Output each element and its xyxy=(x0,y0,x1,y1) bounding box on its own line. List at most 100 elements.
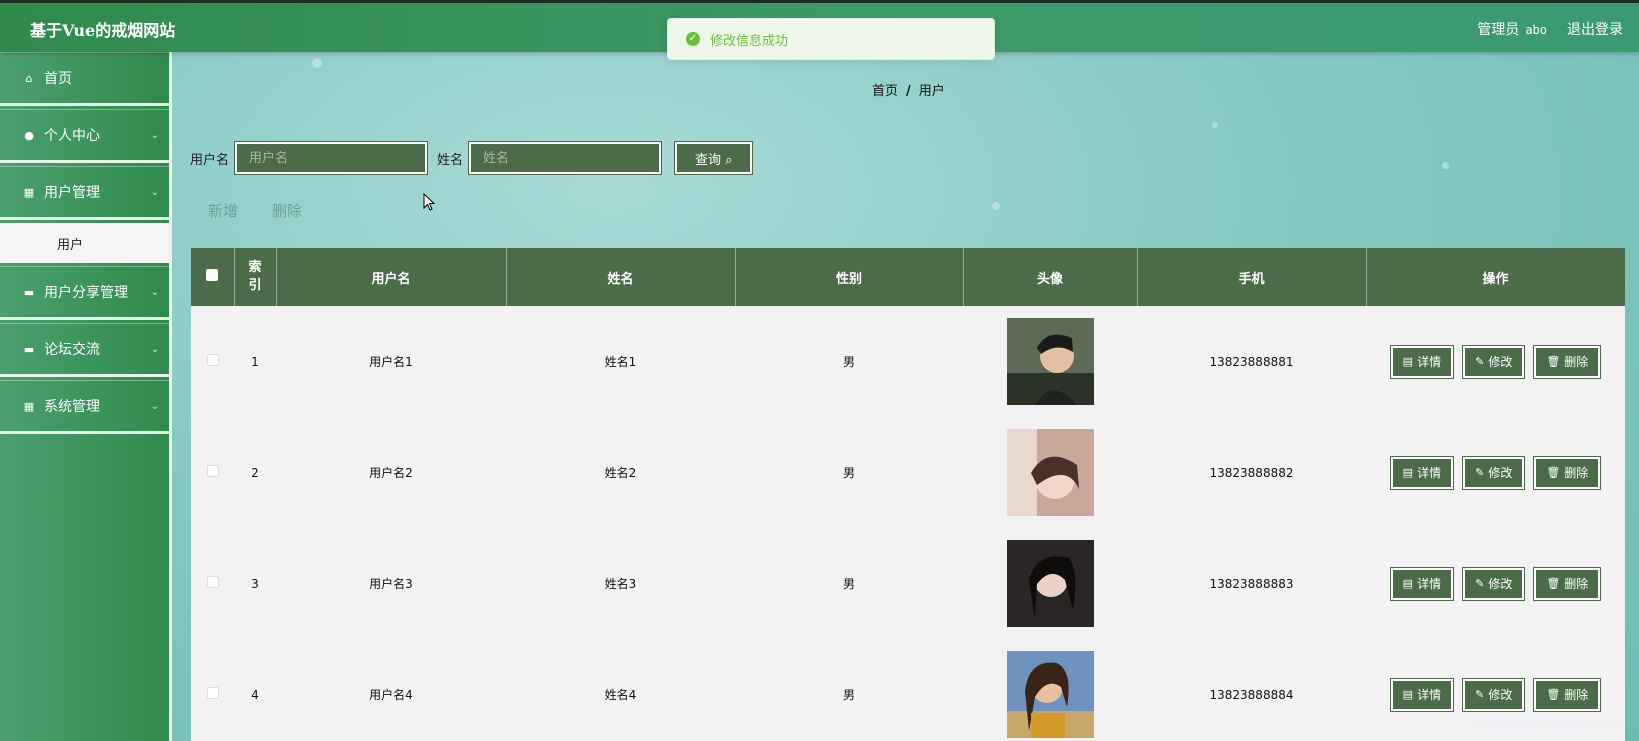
sidebar-item-user-share-management[interactable]: ▬ 用户分享管理 ⌄ xyxy=(0,266,169,320)
detail-label: 详情 xyxy=(1417,688,1442,702)
cell-index: 1 xyxy=(251,354,259,369)
trash-icon: 🗑 xyxy=(1546,577,1561,590)
delete-button[interactable]: 🗑 删除 xyxy=(1533,566,1602,601)
cell-username: 用户名4 xyxy=(369,688,413,702)
cell-ops: ▤ 详情 ✎ 修改 🗑 删除 xyxy=(1366,528,1625,639)
pencil-icon: ✎ xyxy=(1475,466,1485,479)
user-info: 管理员 abo xyxy=(1477,19,1547,39)
chevron-down-icon: ⌄ xyxy=(150,129,159,141)
row-checkbox[interactable] xyxy=(206,687,219,699)
delete-button[interactable]: 🗑 删除 xyxy=(1533,677,1602,712)
delete-label: 删除 xyxy=(1564,577,1589,591)
trash-icon: 🗑 xyxy=(1546,466,1561,479)
add-button[interactable]: 新增 xyxy=(208,200,238,221)
edit-button[interactable]: ✎ 修改 xyxy=(1462,455,1526,490)
home-icon: ⌂ xyxy=(25,71,33,85)
avatar[interactable] xyxy=(1006,429,1094,516)
row-checkbox[interactable] xyxy=(206,354,219,366)
delete-button[interactable]: 🗑 删除 xyxy=(1533,455,1602,490)
batch-delete-button[interactable]: 删除 xyxy=(272,200,302,221)
cell-avatar xyxy=(963,417,1137,528)
row-checkbox[interactable] xyxy=(206,465,219,477)
sidebar-item-label: 系统管理 xyxy=(44,399,100,415)
sidebar-item-label: 用户分享管理 xyxy=(44,285,128,301)
select-all-cell xyxy=(191,248,235,306)
edit-label: 修改 xyxy=(1488,577,1513,591)
grid-icon: ▦ xyxy=(23,185,35,199)
detail-button[interactable]: ▤ 详情 xyxy=(1389,344,1455,379)
cell-username: 用户名3 xyxy=(369,577,413,591)
sidebar-item-personal-center[interactable]: ● 个人中心 ⌄ xyxy=(0,109,169,163)
username-search-input[interactable] xyxy=(234,141,429,175)
breadcrumb-home[interactable]: 首页 xyxy=(872,84,898,99)
cell-phone: 13823888882 xyxy=(1209,465,1294,480)
header-user-area: 管理员 abo 退出登录 xyxy=(1477,19,1623,39)
action-row: 新增 删除 xyxy=(208,200,302,221)
cell-ops: ▤ 详情 ✎ 修改 🗑 删除 xyxy=(1366,306,1625,417)
cell-gender: 男 xyxy=(842,577,855,591)
pencil-icon: ✎ xyxy=(1475,688,1485,701)
pencil-icon: ✎ xyxy=(1475,577,1485,590)
sidebar: ⌂ 首页 ● 个人中心 ⌄ ▦ 用户管理 ⌄ 用户 ▬ 用户分享管理 ⌄ ▬ 论… xyxy=(0,52,172,741)
cell-index: 2 xyxy=(251,465,259,480)
sidebar-subitem-user[interactable]: 用户 xyxy=(0,223,169,263)
detail-button[interactable]: ▤ 详情 xyxy=(1389,677,1455,712)
edit-button[interactable]: ✎ 修改 xyxy=(1462,566,1526,601)
background-dot xyxy=(992,202,1000,210)
detail-button[interactable]: ▤ 详情 xyxy=(1389,455,1455,490)
avatar[interactable] xyxy=(1006,318,1094,405)
row-checkbox-cell xyxy=(191,528,234,639)
logout-button[interactable]: 退出登录 xyxy=(1567,19,1623,39)
name-search-input[interactable] xyxy=(468,141,663,175)
sidebar-item-home[interactable]: ⌂ 首页 xyxy=(0,52,169,106)
query-button[interactable]: 查询 ⌕ xyxy=(674,141,754,175)
edit-label: 修改 xyxy=(1488,355,1513,369)
sidebar-item-system-management[interactable]: ▦ 系统管理 ⌄ xyxy=(0,380,169,434)
username-label: 用户名 xyxy=(190,152,230,168)
sidebar-item-label: 论坛交流 xyxy=(44,342,100,358)
trash-icon: 🗑 xyxy=(1546,355,1561,368)
pencil-icon: ✎ xyxy=(1475,355,1485,368)
cell-avatar xyxy=(963,639,1137,741)
cell-name: 姓名1 xyxy=(604,355,637,369)
row-checkbox-cell xyxy=(191,417,234,528)
background-dot xyxy=(1212,122,1218,128)
row-checkbox[interactable] xyxy=(206,576,219,588)
detail-label: 详情 xyxy=(1417,466,1442,480)
chevron-down-icon: ⌄ xyxy=(150,186,159,198)
breadcrumb: 首页 / 用户 xyxy=(872,80,945,99)
breadcrumb-separator: / xyxy=(906,84,911,99)
user-name: abo xyxy=(1525,23,1547,37)
edit-button[interactable]: ✎ 修改 xyxy=(1462,344,1526,379)
trash-icon: 🗑 xyxy=(1546,688,1561,701)
edit-label: 修改 xyxy=(1488,688,1513,702)
cell-avatar xyxy=(963,306,1137,417)
document-icon: ▤ xyxy=(1402,577,1414,590)
sidebar-item-label: 用户管理 xyxy=(44,185,100,201)
user-table: 索 引 用户名 姓名 性别 头像 手机 操作 1 用户名1 姓名1 男 1382… xyxy=(191,248,1626,741)
detail-button[interactable]: ▤ 详情 xyxy=(1389,566,1455,601)
sidebar-item-label: 首页 xyxy=(44,71,72,87)
delete-button[interactable]: 🗑 删除 xyxy=(1533,344,1602,379)
edit-button[interactable]: ✎ 修改 xyxy=(1462,677,1526,712)
success-toast: ✓ 修改信息成功 xyxy=(667,18,995,60)
select-all-checkbox[interactable] xyxy=(206,269,219,281)
delete-label: 删除 xyxy=(1564,355,1589,369)
sidebar-item-user-management[interactable]: ▦ 用户管理 ⌄ xyxy=(0,166,169,220)
chevron-down-icon: ⌄ xyxy=(150,400,159,412)
row-checkbox-cell xyxy=(191,306,234,417)
delete-label: 删除 xyxy=(1564,466,1589,480)
chevron-down-icon: ⌄ xyxy=(150,343,159,355)
avatar[interactable] xyxy=(1006,540,1094,627)
cell-gender: 男 xyxy=(842,355,855,369)
cell-ops: ▤ 详情 ✎ 修改 🗑 删除 xyxy=(1366,417,1625,528)
cell-phone: 13823888884 xyxy=(1209,687,1294,702)
avatar[interactable] xyxy=(1006,651,1094,738)
check-circle-icon: ✓ xyxy=(686,32,700,46)
site-title: 基于Vue的戒烟网站 xyxy=(30,21,176,40)
document-icon: ▤ xyxy=(1402,355,1414,368)
sidebar-item-forum[interactable]: ▬ 论坛交流 ⌄ xyxy=(0,323,169,377)
cell-gender: 男 xyxy=(842,466,855,480)
cell-index: 4 xyxy=(251,687,259,702)
row-checkbox-cell xyxy=(191,639,234,741)
